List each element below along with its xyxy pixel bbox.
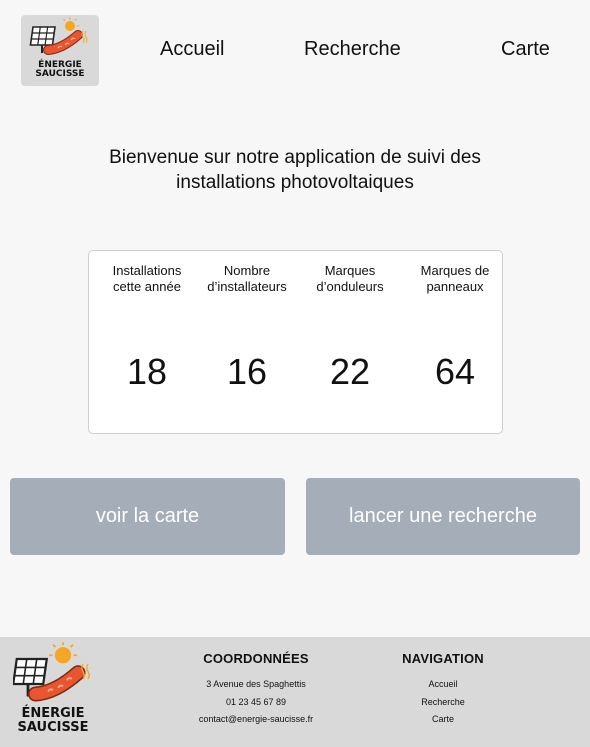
footer-navigation: NAVIGATION Accueil Recherche Carte bbox=[388, 651, 498, 729]
footer-contact: COORDONNÉES 3 Avenue des Spaghettis 01 2… bbox=[186, 651, 326, 729]
stat-label: Nombre d’installateurs bbox=[197, 263, 297, 295]
footer: ÉNERGIE SAUCISSE COORDONNÉES 3 Avenue de… bbox=[0, 637, 590, 747]
footer-phone: 01 23 45 67 89 bbox=[225, 696, 287, 707]
stat-value: 18 bbox=[126, 351, 168, 392]
solar-sausage-logo-icon bbox=[29, 17, 88, 55]
view-map-button[interactable]: voir la carte bbox=[10, 478, 285, 555]
welcome-line2: installations photovoltaiques bbox=[176, 172, 414, 193]
footer-link-recherche[interactable]: Recherche bbox=[388, 694, 498, 712]
stat-label-line2: d’onduleurs bbox=[316, 279, 384, 294]
footer-link-accueil[interactable]: Accueil bbox=[388, 676, 498, 694]
stat-value: 64 bbox=[434, 351, 476, 392]
footer-logo[interactable]: ÉNERGIE SAUCISSE bbox=[13, 641, 93, 741]
nav-link-carte[interactable]: Carte bbox=[501, 38, 550, 61]
stat-label-line1: Marques de bbox=[420, 263, 490, 278]
header: ÉNERGIE SAUCISSE Accueil Recherche Carte bbox=[0, 0, 590, 100]
stat-label: Installations cette année bbox=[97, 263, 197, 295]
welcome-line1: Bienvenue sur notre application de suivi… bbox=[109, 147, 481, 168]
nav-link-recherche[interactable]: Recherche bbox=[304, 38, 401, 61]
stat-label: Marques d’onduleurs bbox=[300, 263, 400, 295]
stat-label-line2: cette année bbox=[113, 279, 181, 294]
stat-label-line1: Nombre bbox=[223, 263, 271, 278]
logo[interactable]: ÉNERGIE SAUCISSE bbox=[21, 15, 99, 86]
stat-label-line1: Installations bbox=[112, 263, 182, 278]
footer-logo-line2: SAUCISSE bbox=[17, 720, 89, 735]
stat-value: 22 bbox=[329, 351, 371, 392]
footer-address: 3 Avenue des Spaghettis bbox=[206, 679, 306, 689]
stats-card: Installations cette année 18 Nombre d’in… bbox=[88, 250, 503, 434]
footer-link-carte[interactable]: Carte bbox=[388, 711, 498, 729]
welcome-message: Bienvenue sur notre application de suivi… bbox=[60, 145, 530, 195]
solar-sausage-logo-icon bbox=[13, 642, 90, 702]
stat-label-line1: Marques bbox=[324, 263, 376, 278]
footer-navigation-title: NAVIGATION bbox=[402, 651, 484, 666]
footer-logo-text: ÉNERGIE SAUCISSE bbox=[13, 707, 93, 735]
stat-label-line2: d’installateurs bbox=[207, 279, 287, 294]
footer-email[interactable]: contact@energie-saucisse.fr bbox=[186, 711, 326, 729]
logo-text-line2: SAUCISSE bbox=[35, 69, 85, 79]
stat-value: 16 bbox=[226, 351, 268, 392]
stat-label-line2: panneaux bbox=[426, 279, 484, 294]
nav-link-accueil[interactable]: Accueil bbox=[160, 38, 224, 61]
start-search-button[interactable]: lancer une recherche bbox=[306, 478, 580, 555]
footer-logo-line1: ÉNERGIE bbox=[21, 706, 85, 721]
stat-label: Marques de panneaux bbox=[405, 263, 505, 295]
footer-contact-title: COORDONNÉES bbox=[203, 651, 309, 666]
